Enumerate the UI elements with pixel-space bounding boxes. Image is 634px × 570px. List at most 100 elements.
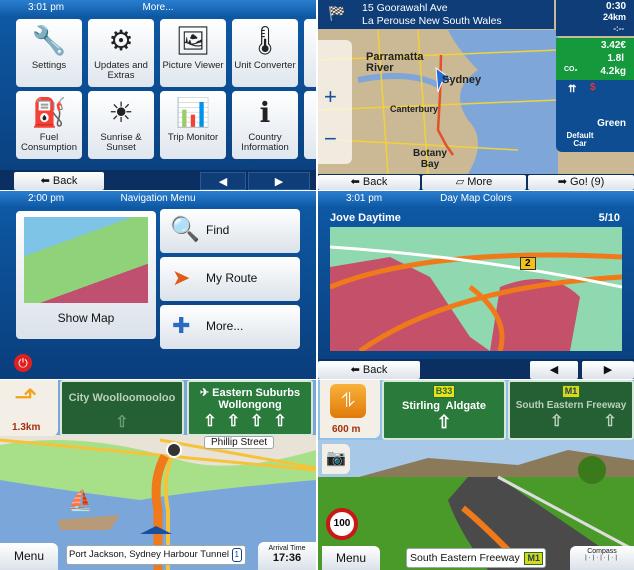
tile-trip-monitor[interactable]: 📊 Trip Monitor (160, 91, 226, 159)
status-bar: 3:01 pm Day Map Colors (318, 191, 634, 207)
my-route-label: My Route (206, 271, 258, 285)
arrival-label: Arrival Time (268, 545, 306, 552)
current-street: Port Jackson, Sydney Harbour Tunnel 1 (66, 545, 246, 565)
signpost-city: City Woolloomooloo ⇧ (60, 380, 184, 436)
prev-page-button[interactable]: ◀ (200, 172, 246, 190)
trip-co2: 4.2kg (600, 66, 626, 77)
more-button[interactable]: ✚ More... (160, 305, 300, 349)
zoom-in-button[interactable]: + (324, 84, 337, 110)
menu-button[interactable]: Menu (0, 543, 58, 570)
back-button[interactable]: ⬅ Back (14, 172, 104, 190)
menu-button[interactable]: Menu (322, 546, 380, 570)
find-button[interactable]: 🔍 Find (160, 209, 300, 253)
magnifier-icon: 🔍 (170, 216, 200, 243)
lane-split-icon: ⥮ (330, 384, 366, 418)
lane-arrows-icon: ⇧⇧⇧⇧ (203, 413, 297, 430)
show-map-button[interactable]: Show Map (16, 211, 156, 339)
toll-road-icon: $ (590, 82, 596, 93)
thermometer-icon: 🌡 (247, 25, 283, 56)
navigation-menu-screen: 2:00 pm Navigation Menu Show Map 🔍 Find … (0, 191, 316, 379)
show-map-label: Show Map (57, 311, 115, 325)
zoom-out-button[interactable]: − (324, 126, 337, 152)
map-thumbnail (24, 217, 148, 303)
lane-arrows-icon: ⇧⇧ (550, 413, 617, 430)
opera-house-landmark: ⛵ (68, 490, 93, 512)
route-summary-screen: Parramatta River Sydney Canterbury Botan… (318, 0, 634, 190)
m1-shield: M1 (561, 385, 581, 398)
freeway-navigation-screen: ⥮ 600 m B33 Stirling Aldgate ⇧ M1 South … (318, 380, 634, 570)
picture-icon: 🖼 (175, 25, 211, 56)
bottom-bar: ⬅ Back ▱ More ➡ Go! (9) (318, 174, 634, 190)
back-label: Back (362, 176, 388, 188)
next-maneuver-panel: ⥮ 600 m (320, 380, 380, 438)
power-button[interactable]: ⏻ (14, 354, 32, 372)
go-label: Go! (9) (570, 176, 605, 188)
next-page-button[interactable]: ▶ (248, 172, 310, 190)
straight-arrow-icon: ⇧ (436, 412, 452, 432)
straight-arrow-icon: ⇧ (115, 414, 129, 431)
trip-time: 0:30 (605, 1, 626, 12)
fuel-can-icon: ⛽ (31, 97, 67, 128)
status-bar: 3:01 pm More... (0, 0, 316, 16)
arrival-time-panel[interactable]: Arrival Time 17:36 (258, 542, 316, 570)
tile-fuel-consumption[interactable]: ⛽ Fuel Consumption (16, 91, 82, 159)
tile-settings[interactable]: 🔧 Settings (16, 19, 82, 87)
tile-label: Country Information (241, 132, 289, 153)
puzzle-icon: ✚ (172, 313, 191, 338)
back-button[interactable]: ⬅ Back (318, 175, 420, 190)
signpost-city-text: City Woolloomooloo (68, 392, 176, 404)
route-method[interactable]: Green (597, 118, 626, 129)
address-line2: La Perouse New South Wales (362, 15, 502, 27)
current-street-name: South Eastern Freeway (410, 552, 520, 564)
tile-updates-and-extras[interactable]: ⚙ Updates and Extras (88, 19, 154, 87)
checkered-flag-icon: 🏁 (328, 5, 346, 21)
signpost-south-eastern-freeway: M1 South Eastern Freeway ⇧⇧ (508, 380, 634, 440)
tile-partial[interactable] (304, 19, 316, 87)
trip-eta: -:-- (613, 24, 624, 33)
airport-icon: ✈ (199, 387, 213, 399)
maneuver-distance: 600 m (332, 424, 361, 435)
tile-unit-converter[interactable]: 🌡 Unit Converter (232, 19, 298, 87)
tile-label: Fuel Consumption (21, 132, 77, 153)
more-button[interactable]: ▱ More (422, 175, 526, 190)
turn-distance: 1.3km (12, 422, 41, 433)
map-label-parramatta: Parramatta River (366, 51, 424, 74)
sun-icon: ☀ (108, 97, 134, 128)
arrival-time: 17:36 (272, 552, 302, 564)
turn-right-arrow-icon: ⬏ (14, 381, 38, 412)
poi-marker-icon (166, 442, 182, 458)
current-street-name: Port Jackson, Sydney Harbour Tunnel (69, 549, 230, 560)
next-button[interactable]: ▶ (582, 361, 634, 379)
compass[interactable]: Compass |·|·|·|·| (570, 546, 634, 570)
route-info-panel: 0:30 24km -:-- 3.42€ 1.8l CO₂ 4.2kg ⇈ $ … (556, 0, 634, 152)
address-line1: 15 Goorawahl Ave (362, 2, 448, 14)
back-button[interactable]: ⬅ Back (318, 361, 420, 379)
next-turn-panel: ⬏ 1.3km (0, 380, 58, 436)
map-label-canterbury: Canterbury (390, 104, 439, 114)
tile-picture-viewer[interactable]: 🖼 Picture Viewer (160, 19, 226, 87)
bottom-bar: ⬅ Back ◀ ▶ (0, 170, 316, 190)
tile-label: Updates and Extras (94, 60, 148, 81)
my-route-button[interactable]: ➤ My Route (160, 257, 300, 301)
trip-distance: 24km (602, 12, 626, 22)
destination-header: 🏁 15 Goorawahl Ave La Perouse New South … (318, 0, 554, 29)
tile-partial[interactable] (304, 91, 316, 159)
signpost-eastern-suburbs: ✈ Eastern Suburbs Wollongong ⇧⇧⇧⇧ (187, 380, 313, 436)
tile-country-information[interactable]: ℹ Country Information (232, 91, 298, 159)
bar-chart-icon: 📊 (175, 97, 211, 128)
tile-sunrise-sunset[interactable]: ☀ Sunrise & Sunset (88, 91, 154, 159)
compass-label: Compass (587, 548, 617, 555)
bottom-bar: ⬅ Back ◀ ▶ (318, 359, 634, 379)
speed-camera-icon: 📷 (322, 444, 350, 474)
signpost-stirling-text: Stirling Aldgate (402, 400, 486, 412)
co2-label: CO₂ (564, 66, 578, 73)
back-label: Back (52, 175, 78, 187)
tile-label: Unit Converter (234, 60, 296, 71)
compass-scale: |·|·|·|·| (585, 555, 619, 561)
go-button[interactable]: ➡ Go! (9) (528, 175, 634, 190)
vehicle-profile[interactable]: Default Car (562, 132, 598, 148)
prev-button[interactable]: ◀ (530, 361, 578, 379)
back-label: Back (362, 364, 388, 376)
more-menu-screen: 3:01 pm More... 🔧 Settings ⚙ Updates and Ex… (0, 0, 316, 190)
zoom-controls: + − (318, 40, 352, 164)
